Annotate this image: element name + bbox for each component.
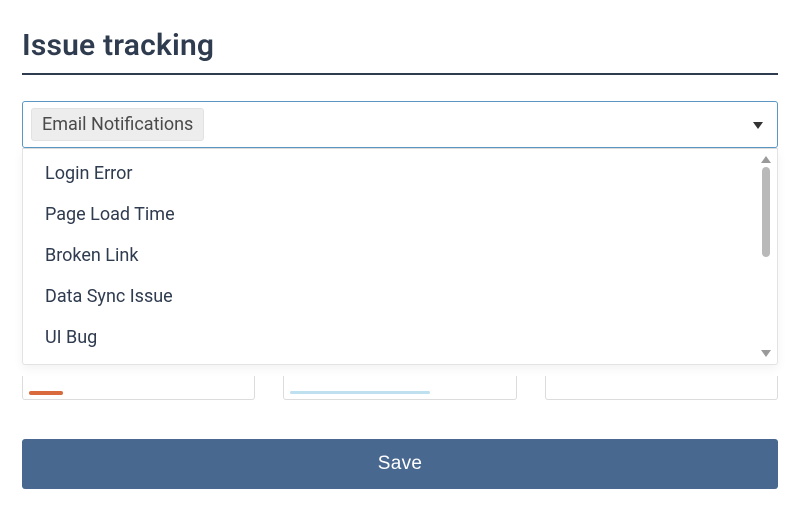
combobox-input-area[interactable]: Email Notifications bbox=[22, 101, 778, 148]
field-stub-2[interactable] bbox=[283, 376, 516, 400]
field-stub-1[interactable] bbox=[22, 376, 255, 400]
title-divider bbox=[22, 73, 778, 75]
fields-row bbox=[22, 376, 778, 400]
field-stub-3[interactable] bbox=[545, 376, 778, 400]
dropdown-option[interactable]: Broken Link bbox=[23, 235, 775, 276]
issue-type-combobox[interactable]: Email Notifications Login Error Page Loa… bbox=[22, 101, 778, 148]
dropdown-option[interactable]: Login Error bbox=[23, 153, 775, 194]
save-button[interactable]: Save bbox=[22, 439, 778, 489]
selected-token[interactable]: Email Notifications bbox=[31, 108, 204, 141]
dropdown-option[interactable]: Data Sync Issue bbox=[23, 276, 775, 317]
caret-down-icon[interactable] bbox=[752, 120, 764, 130]
page-title: Issue tracking bbox=[22, 28, 778, 63]
dropdown-option[interactable]: UI Bug bbox=[23, 317, 775, 358]
dropdown-option[interactable]: Page Load Time bbox=[23, 194, 775, 235]
dropdown-scroll-area[interactable]: Login Error Page Load Time Broken Link D… bbox=[23, 153, 777, 360]
dropdown-panel: Login Error Page Load Time Broken Link D… bbox=[22, 148, 778, 365]
